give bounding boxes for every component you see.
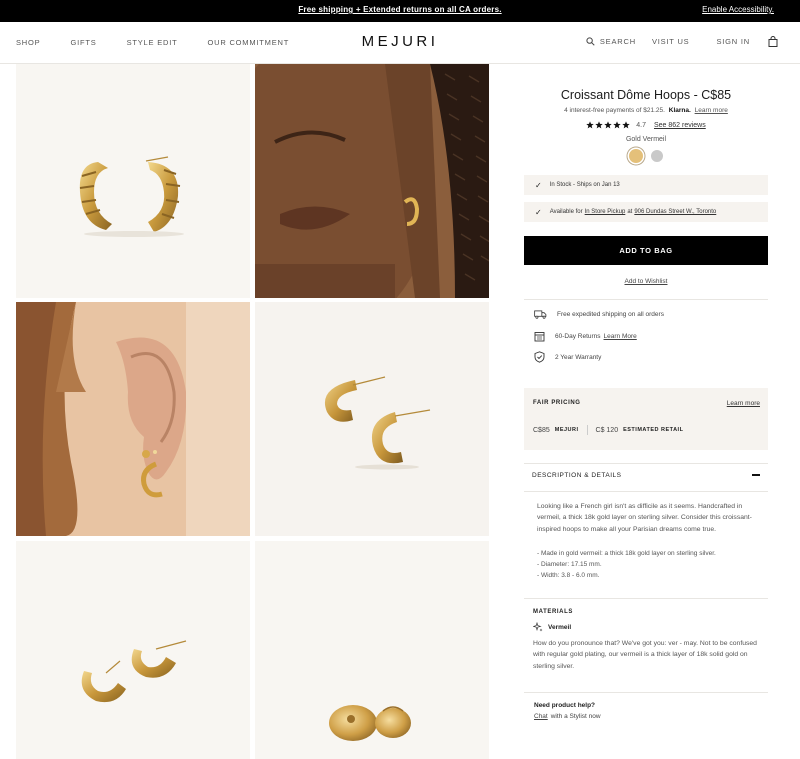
perk-shipping-text: Free expedited shipping on all orders	[557, 311, 664, 318]
utility-nav: SEARCH VISIT US SIGN IN	[586, 36, 800, 47]
swatch-gold-vermeil[interactable]	[628, 149, 643, 163]
calendar-icon	[534, 332, 545, 342]
materials-heading: MATERIALS	[533, 609, 573, 615]
product-image-hoops-front[interactable]	[16, 64, 250, 298]
search-icon	[586, 37, 595, 46]
pickup-prefix: Available for	[549, 209, 583, 215]
see-reviews-link[interactable]: See 862 reviews	[654, 122, 706, 129]
chat-text: with a Stylist now	[550, 713, 601, 720]
swatch-silver[interactable]	[649, 149, 664, 163]
mejuri-price: C$85	[533, 426, 550, 434]
divider	[524, 598, 768, 599]
klarna-text: 4 interest-free payments of $21.25.	[564, 107, 665, 114]
detail-item: - Made in gold vermeil: a thick 18k gold…	[537, 550, 716, 557]
klarna-installments: 4 interest-free payments of $21.25. Klar…	[524, 107, 768, 114]
metal-swatches	[524, 149, 768, 163]
help-chat: Chat with a Stylist now	[534, 713, 601, 720]
shopping-bag-icon[interactable]	[768, 36, 778, 47]
materials-vermeil: Vermeil	[533, 622, 571, 632]
klarna-logo: Klarna.	[668, 107, 691, 114]
collapse-icon[interactable]	[752, 474, 760, 476]
help-heading: Need product help?	[534, 702, 596, 709]
search-label: SEARCH	[599, 37, 636, 46]
star-icon	[586, 121, 594, 129]
product-rating: 4.7 See 862 reviews	[524, 121, 768, 129]
klarna-learn-more-link[interactable]: Learn more	[695, 107, 728, 114]
search-button[interactable]: SEARCH	[586, 37, 636, 46]
product-image-earring-backs[interactable]	[255, 541, 489, 759]
perk-warranty: 2 Year Warranty	[534, 351, 601, 363]
perk-warranty-text: 2 Year Warranty	[555, 353, 602, 361]
site-header: SHOP GIFTS STYLE EDIT OUR COMMITMENT MEJ…	[0, 22, 800, 64]
store-pickup: ✓ Available for In Store Pickup at 906 D…	[524, 202, 768, 222]
add-to-bag-button[interactable]: ADD TO BAG	[524, 236, 768, 265]
add-to-wishlist-link[interactable]: Add to Wishlist	[524, 278, 768, 285]
description-body: Looking like a French girl isn't as diff…	[537, 503, 752, 533]
product-image-model-ear[interactable]	[16, 302, 250, 536]
perk-returns-text: 60-Day Returns	[555, 333, 601, 340]
store-address-link[interactable]: 906 Dundas Street W., Toronto	[634, 209, 716, 215]
star-rating	[586, 121, 630, 129]
details-list: - Made in gold vermeil: a thick 18k gold…	[537, 548, 759, 581]
enable-accessibility-link[interactable]: Enable Accessibility.	[702, 5, 774, 14]
mejuri-price-label: MEJURI	[554, 427, 579, 433]
fair-pricing-title: FAIR PRICING	[533, 400, 581, 406]
product-title: Croissant Dôme Hoops - C$85	[560, 88, 732, 102]
divider	[524, 463, 768, 464]
divider	[524, 491, 768, 492]
detail-item: - Width: 3.8 - 6.0 mm.	[537, 572, 600, 579]
price-comparison: C$85 MEJURI C$ 120 ESTIMATED RETAIL	[533, 425, 683, 435]
materials-body: How do you pronounce that? We've got you…	[533, 640, 757, 670]
sign-in-link[interactable]: SIGN IN	[716, 37, 750, 46]
star-icon	[604, 121, 612, 129]
in-store-pickup-link[interactable]: In Store Pickup	[585, 209, 626, 215]
returns-learn-more-link[interactable]: Learn More	[604, 333, 637, 340]
star-icon	[595, 121, 603, 129]
truck-icon	[534, 310, 547, 319]
star-icon	[622, 121, 630, 129]
product-image-model-face[interactable]	[255, 64, 489, 298]
rating-score: 4.7	[636, 121, 646, 129]
fair-pricing-box: FAIR PRICING Learn more C$85 MEJURI C$ 1…	[524, 388, 768, 450]
description-accordion-header[interactable]: DESCRIPTION & DETAILS	[532, 472, 621, 479]
check-icon: ✓	[535, 180, 542, 190]
perk-shipping: Free expedited shipping on all orders	[534, 310, 664, 319]
selected-metal-label: Gold Vermeil	[625, 136, 667, 143]
shipping-promo-link[interactable]: Free shipping + Extended returns on all …	[0, 5, 800, 14]
perk-returns: 60-Day Returns Learn More	[534, 331, 637, 342]
retail-price-label: ESTIMATED RETAIL	[623, 427, 684, 433]
pickup-at: at	[627, 209, 633, 215]
check-icon: ✓	[535, 207, 542, 217]
visit-us-link[interactable]: VISIT US	[652, 37, 690, 46]
divider	[524, 692, 768, 693]
fair-pricing-learn-more-link[interactable]: Learn more	[727, 400, 760, 407]
product-image-hoops-laying[interactable]	[16, 541, 250, 759]
announcement-bar: Free shipping + Extended returns on all …	[0, 0, 800, 22]
price-separator	[586, 425, 588, 435]
stock-status: ✓ In Stock - Ships on Jan 13	[524, 175, 768, 195]
sparkle-icon	[533, 622, 543, 632]
detail-item: - Diameter: 17.15 mm.	[537, 561, 602, 568]
star-icon	[613, 121, 621, 129]
shield-icon	[534, 351, 545, 363]
divider	[524, 299, 768, 300]
materials-sub-label: Vermeil	[548, 623, 572, 631]
retail-price: C$ 120	[595, 426, 619, 434]
chat-link[interactable]: Chat	[534, 713, 548, 720]
stock-text: In Stock - Ships on Jan 13	[549, 182, 620, 188]
product-image-hoops-side[interactable]	[255, 302, 489, 536]
